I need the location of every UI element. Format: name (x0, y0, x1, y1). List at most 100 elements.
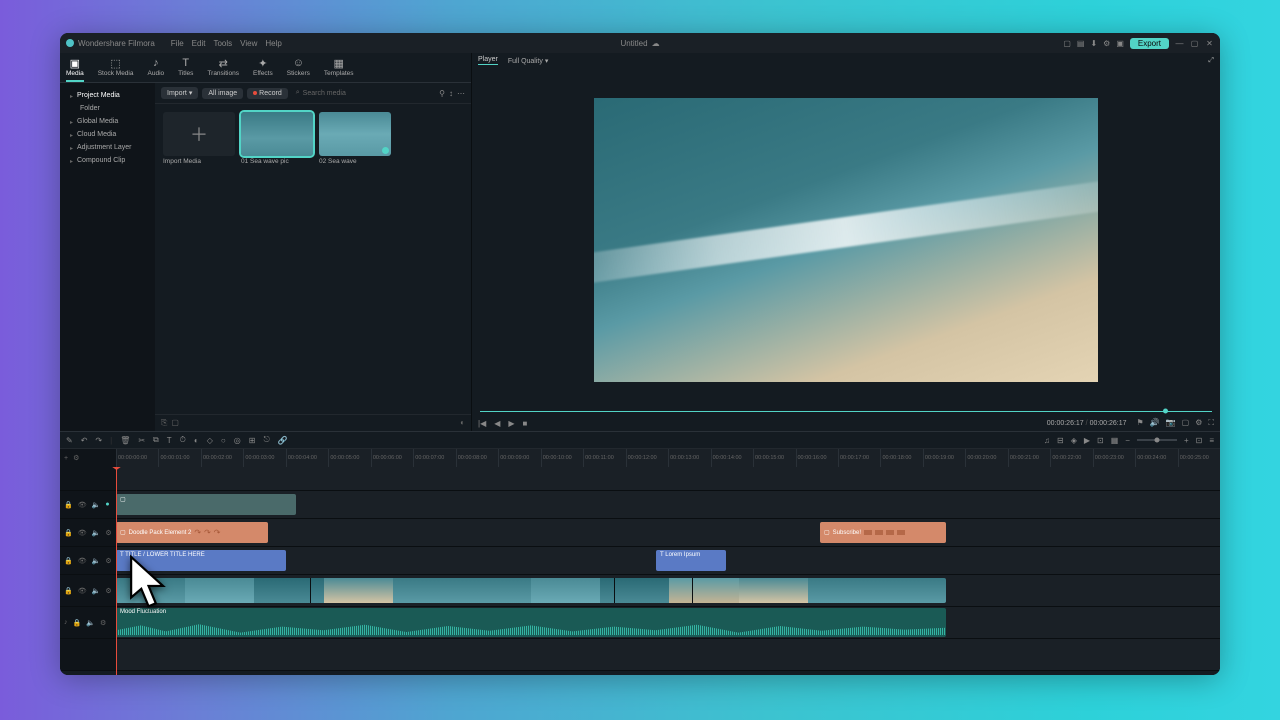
playhead[interactable] (116, 467, 117, 675)
settings-icon[interactable]: ⚙ (105, 557, 111, 565)
tl-settings-icon[interactable]: ≡ (1209, 436, 1214, 445)
cloud-icon[interactable]: ☁ (652, 39, 660, 48)
mute-icon[interactable]: 🔈 (92, 587, 101, 595)
tl-split-icon[interactable]: ✂ (138, 436, 145, 445)
maximize-icon[interactable]: ▢ (1190, 39, 1199, 48)
filter-icon[interactable]: ⚲ (439, 89, 445, 98)
popout-icon[interactable]: ⤢ (1208, 57, 1214, 65)
tree-project[interactable]: Project Media (62, 89, 153, 102)
marker-icon[interactable]: ⚑ (1137, 418, 1144, 428)
tl-view-icon[interactable]: ▦ (1111, 436, 1119, 445)
lock-icon[interactable]: 🔒 (64, 557, 73, 565)
tl-adjust-icon[interactable]: ◎ (234, 436, 241, 445)
tl-redo-icon[interactable]: ↷ (95, 436, 102, 445)
tree-compound[interactable]: Compound Clip (62, 154, 153, 167)
mute-icon[interactable]: 🔈 (92, 557, 101, 565)
fullscreen-icon[interactable]: ⛶ (1208, 418, 1214, 428)
color-dot-icon[interactable]: ● (105, 501, 109, 508)
ratio-icon[interactable]: ▢ (1182, 418, 1190, 428)
layout2-icon[interactable]: ▤ (1077, 39, 1085, 48)
tab-audio[interactable]: ♪Audio (148, 57, 165, 82)
video-preview[interactable] (594, 98, 1098, 382)
player-tab[interactable]: Player (478, 56, 498, 65)
tl-mixer-icon[interactable]: ♫ (1044, 436, 1050, 445)
settings-icon[interactable]: ⚙ (1103, 39, 1110, 48)
lock-icon[interactable]: 🔒 (73, 619, 82, 627)
media-thumb-2[interactable] (319, 112, 391, 156)
volume-icon[interactable]: 🔊 (1150, 418, 1160, 428)
all-image-button[interactable]: All image (202, 88, 243, 99)
tracks-add-icon[interactable]: + (64, 455, 68, 462)
eye-icon[interactable]: 👁 (78, 587, 87, 595)
lock-icon[interactable]: 🔒 (64, 529, 73, 537)
tl-link-icon[interactable]: 🔗 (278, 436, 288, 445)
clip-title-lorem[interactable]: T Lorem Ipsum (656, 550, 726, 571)
layout-icon[interactable]: ▢ (1063, 39, 1071, 48)
settings-icon[interactable]: ⚙ (105, 587, 111, 595)
lock-icon[interactable]: 🔒 (64, 587, 73, 595)
clip-audio-music[interactable]: Mood Fluctuation (116, 608, 946, 637)
tl-group-icon[interactable]: ⊞ (249, 436, 256, 445)
folder-out-icon[interactable]: ⎘ (161, 418, 167, 428)
mute-icon[interactable]: 🔈 (92, 501, 101, 509)
clip-effect-subscribe[interactable]: ▢ Subscribe! (820, 522, 946, 543)
sort-icon[interactable]: ↕ (449, 89, 453, 98)
settings-icon[interactable]: ⚙ (100, 619, 106, 627)
snapshot-icon[interactable]: 📷 (1166, 418, 1176, 428)
settings2-icon[interactable]: ⚙ (1195, 418, 1202, 428)
tl-fit-icon[interactable]: ⊡ (1196, 436, 1203, 445)
tl-speed-icon[interactable]: ⏱ (180, 435, 186, 445)
back-icon[interactable]: ◀ (494, 419, 500, 428)
tl-marker2-icon[interactable]: ◈ (1071, 436, 1077, 445)
mute-icon[interactable]: 🔈 (86, 619, 95, 627)
menu-help[interactable]: Help (265, 39, 281, 48)
tracks-config-icon[interactable]: ⚙ (73, 454, 79, 462)
search-input[interactable]: ⌕Search media (292, 87, 435, 99)
clip-adjustment[interactable]: ▢ (116, 494, 296, 515)
clip-video-main[interactable] (116, 578, 946, 603)
tl-key-icon[interactable]: ◇ (207, 436, 213, 445)
more-icon[interactable]: ⋯ (457, 89, 465, 98)
eye-icon[interactable]: 👁 (78, 501, 87, 509)
menu-view[interactable]: View (240, 39, 257, 48)
tl-delete-icon[interactable]: 🗑 (120, 436, 130, 445)
tl-render-icon[interactable]: ▶ (1084, 436, 1090, 445)
tree-global[interactable]: Global Media (62, 115, 153, 128)
minimize-icon[interactable]: — (1175, 39, 1184, 48)
tl-undo-icon[interactable]: ↶ (81, 436, 88, 445)
folder-icon[interactable]: ▢ (171, 418, 179, 428)
tree-folder[interactable]: Folder (62, 102, 153, 115)
tl-mask-icon[interactable]: ○ (221, 436, 226, 445)
download-icon[interactable]: ⬇ (1090, 39, 1097, 48)
prev-frame-icon[interactable]: |◀ (478, 419, 486, 428)
export-button[interactable]: Export (1130, 38, 1169, 49)
tab-titles[interactable]: TTitles (178, 57, 193, 82)
settings-icon[interactable]: ⚙ (105, 529, 111, 537)
tab-media[interactable]: ▣Media (66, 57, 84, 82)
tab-stickers[interactable]: ☺Stickers (287, 57, 310, 82)
audio-icon[interactable]: ♪ (64, 619, 68, 626)
media-thumb-1[interactable] (241, 112, 313, 156)
tl-snap-icon[interactable]: ⊡ (1097, 436, 1104, 445)
notify-icon[interactable]: ▣ (1116, 39, 1124, 48)
record-button[interactable]: Record (247, 88, 288, 99)
tree-cloud[interactable]: Cloud Media (62, 128, 153, 141)
tab-templates[interactable]: ▦Templates (324, 57, 354, 82)
tl-color-icon[interactable]: ◐ (194, 436, 199, 445)
close-icon[interactable]: ✕ (1205, 39, 1214, 48)
import-button[interactable]: Import▾ (161, 87, 198, 99)
time-ruler[interactable]: 00:00:00:0000:00:01:0000:00:02:0000:00:0… (116, 449, 1220, 467)
play-icon[interactable]: ▶ (508, 419, 514, 428)
stop-icon[interactable]: ■ (523, 419, 528, 428)
menu-file[interactable]: File (171, 39, 184, 48)
scrub-bar[interactable] (480, 407, 1212, 415)
quality-select[interactable]: Full Quality ▾ (508, 57, 548, 65)
eye-icon[interactable]: 👁 (78, 529, 87, 537)
tl-zoomin-icon[interactable]: + (1184, 436, 1189, 445)
eye-icon[interactable]: 👁 (78, 557, 87, 565)
menu-tools[interactable]: Tools (213, 39, 232, 48)
tab-transitions[interactable]: ⇄Transitions (207, 57, 239, 82)
tl-align-icon[interactable]: ⊟ (1057, 436, 1064, 445)
zoom-slider[interactable] (1137, 439, 1177, 441)
import-media-card[interactable]: ＋ (163, 112, 235, 156)
